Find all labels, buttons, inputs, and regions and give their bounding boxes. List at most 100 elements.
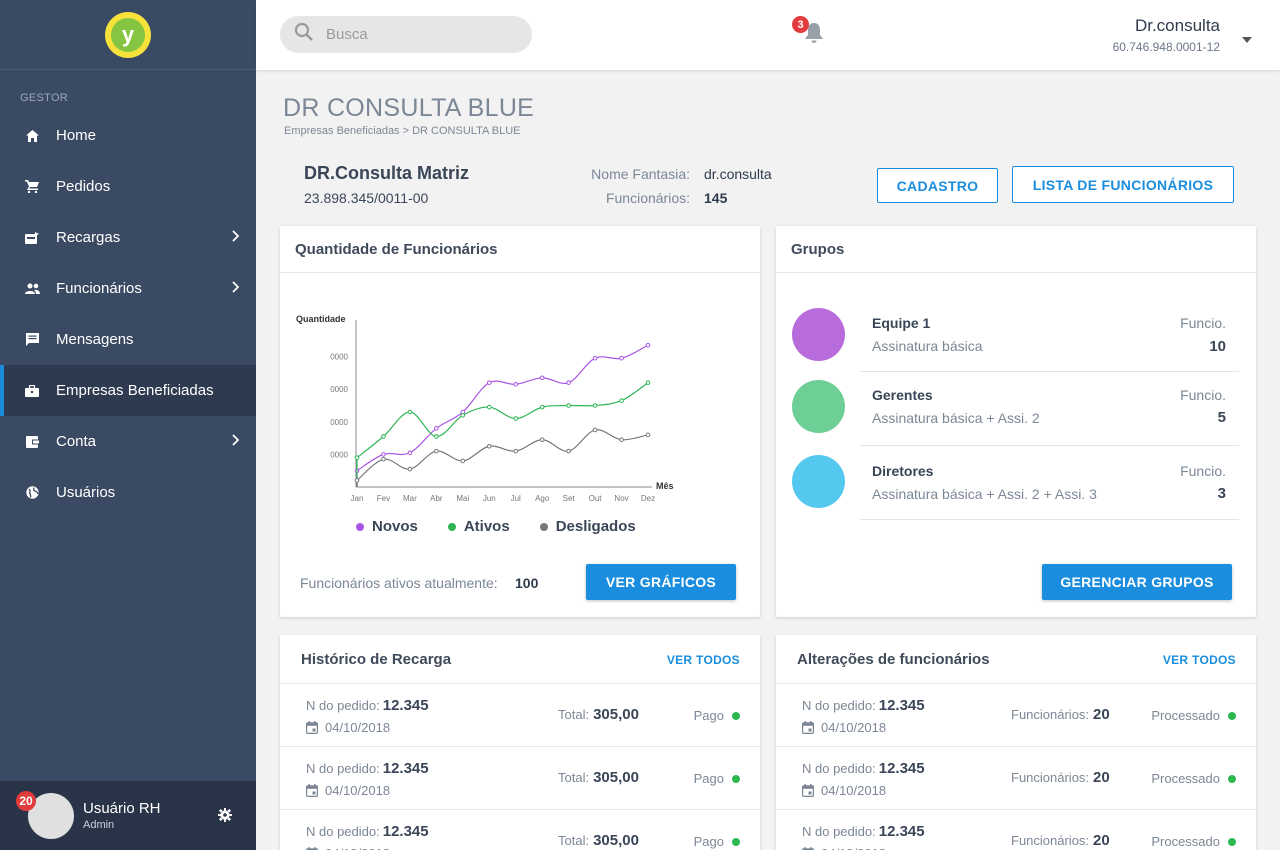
order-date: 04/10/2018 [306, 846, 390, 850]
card-header: Grupos [776, 226, 1256, 273]
calendar-icon [802, 784, 814, 797]
list-row[interactable]: N do pedido:12.345 04/10/2018 Funcionários… [776, 684, 1256, 747]
sidebar-item-mensagens[interactable]: Mensagens [0, 314, 256, 365]
group-item[interactable]: Equipe 1 Assinatura básica Funcio. 10 [776, 298, 1256, 372]
calendar-icon [306, 784, 318, 797]
group-count-label: Funcio. [1180, 315, 1226, 331]
sidebar: y GESTOR Home Pedidos Recargas Funcionár… [0, 0, 256, 850]
x-tick-label: Mai [456, 494, 469, 503]
data-point [566, 403, 571, 408]
date-text: 04/10/2018 [821, 783, 887, 798]
data-point [407, 450, 413, 456]
data-point [645, 380, 651, 385]
see-all-link[interactable]: VER TODOS [667, 653, 740, 667]
status-text: Pago [693, 771, 724, 786]
data-point [434, 448, 439, 454]
breadcrumb[interactable]: Empresas Beneficiadas > DR CONSULTA BLUE [284, 125, 521, 137]
list-row[interactable]: N do pedido:12.345 04/10/2018 Total:305,00… [280, 684, 760, 747]
search-box[interactable] [280, 16, 532, 53]
series-line [356, 382, 649, 459]
search-icon [294, 22, 314, 47]
order-number: 12.345 [382, 823, 429, 840]
amount-label: Funcionários: [1011, 770, 1090, 785]
amount: Funcionários: 20 [1011, 706, 1110, 723]
sidebar-item-label: Funcionários [56, 280, 142, 297]
group-name: Equipe 1 [872, 315, 931, 331]
company-cnpj-value: 23.898.345/0011-00 [304, 190, 429, 206]
sidebar-item-label: Recargas [56, 229, 121, 246]
status-text: Pago [693, 708, 724, 723]
list-row[interactable]: N do pedido:12.345 04/10/2018 Total:305,00… [280, 810, 760, 850]
status-text: Processado [1151, 708, 1220, 723]
user-profile-bar: 20 Usuário RH Admin [0, 781, 256, 850]
status: Pago [694, 771, 740, 786]
group-item[interactable]: Gerentes Assinatura básica + Assi. 2 Fun… [776, 372, 1256, 446]
sidebar-item-usuarios[interactable]: Usuários [0, 467, 256, 518]
sidebar-item-home[interactable]: Home [0, 110, 256, 161]
date-text: 04/10/2018 [325, 846, 390, 850]
view-charts-button[interactable]: VER GRÁFICOS [586, 564, 736, 600]
amount-value: 20 [1093, 832, 1110, 849]
employees-chart-card: Quantidade de Funcionários Quantidade Mês… [280, 226, 760, 617]
company-selector[interactable]: Dr.consulta 60.746.948.0001-12 [1113, 16, 1220, 54]
app-logo[interactable]: y [105, 11, 151, 58]
sidebar-item-conta[interactable]: Conta [0, 416, 256, 467]
status-dot [1228, 774, 1236, 783]
group-count-label: Funcio. [1180, 387, 1226, 403]
status-dot [732, 711, 740, 720]
sidebar-item-pedidos[interactable]: Pedidos [0, 161, 256, 212]
order-label-text: N do pedido: [802, 824, 876, 839]
x-tick-label: Dez [641, 494, 655, 503]
data-point [434, 434, 439, 439]
see-all-link[interactable]: VER TODOS [1163, 653, 1236, 667]
employees-label: Funcionários: [605, 190, 690, 206]
group-color-dot [792, 380, 845, 433]
groups-card: Grupos Equipe 1 Assinatura básica Funcio… [776, 226, 1256, 617]
legend-item: Desligados [539, 518, 636, 535]
chevron-right-icon [232, 280, 240, 297]
wallet-icon [24, 434, 40, 450]
sidebar-item-funcionarios[interactable]: Funcionários [0, 263, 256, 314]
notifications-button[interactable]: 3 [792, 16, 824, 49]
data-point [460, 412, 466, 418]
list-row[interactable]: N do pedido:12.345 04/10/2018 Total:305,00… [280, 747, 760, 810]
calendar-icon [802, 721, 814, 734]
caret-down-icon[interactable] [1242, 30, 1252, 48]
series-line [356, 429, 649, 481]
group-count: 10 [1209, 338, 1226, 355]
message-icon [24, 332, 40, 348]
date-text: 04/10/2018 [325, 783, 391, 798]
list-row[interactable]: N do pedido:12.345 04/10/2018 Funcionários… [776, 810, 1256, 850]
list-row[interactable]: N do pedido:12.345 04/10/2018 Funcionários… [776, 747, 1256, 810]
people-icon [24, 281, 40, 297]
cart-icon [24, 179, 40, 195]
manage-groups-button[interactable]: GERENCIAR GRUPOS [1042, 564, 1232, 600]
fantasy-name-label: Nome Fantasia: [591, 166, 690, 182]
group-item[interactable]: Diretores Assinatura básica + Assi. 2 + … [776, 446, 1256, 520]
sidebar-item-empresas-beneficiadas[interactable]: Empresas Beneficiadas [0, 365, 256, 416]
x-tick-label: Mar [403, 494, 417, 503]
order-label-text: N do pedido: [802, 761, 876, 776]
search-input[interactable] [326, 26, 516, 43]
employee-list-button[interactable]: LISTA DE FUNCIONÁRIOS [1012, 166, 1234, 203]
sidebar-item-recargas[interactable]: Recargas [0, 212, 256, 263]
x-tick-label: Fev [377, 494, 390, 503]
avatar[interactable]: 20 [16, 790, 74, 839]
data-point [566, 448, 571, 454]
amount: Funcionários: 20 [1011, 769, 1110, 786]
group-count: 3 [1217, 485, 1226, 502]
order-label: N do pedido: 12.345 [306, 760, 429, 777]
data-point [381, 434, 386, 439]
gear-icon[interactable] [218, 808, 232, 827]
data-point [539, 375, 545, 381]
amount-label: Total: [558, 770, 590, 785]
y-tick-label: 0000 [330, 450, 348, 459]
user-info: Usuário RH Admin [83, 800, 161, 831]
order-date: 04/10/2018 [306, 783, 390, 798]
cadastro-button[interactable]: CADASTRO [877, 168, 998, 203]
data-point [566, 380, 571, 385]
data-point [619, 355, 624, 361]
amount-label: Total: [558, 833, 590, 848]
amount-value: 305,00 [593, 769, 639, 786]
amount-label: Funcionários: [1011, 707, 1090, 722]
